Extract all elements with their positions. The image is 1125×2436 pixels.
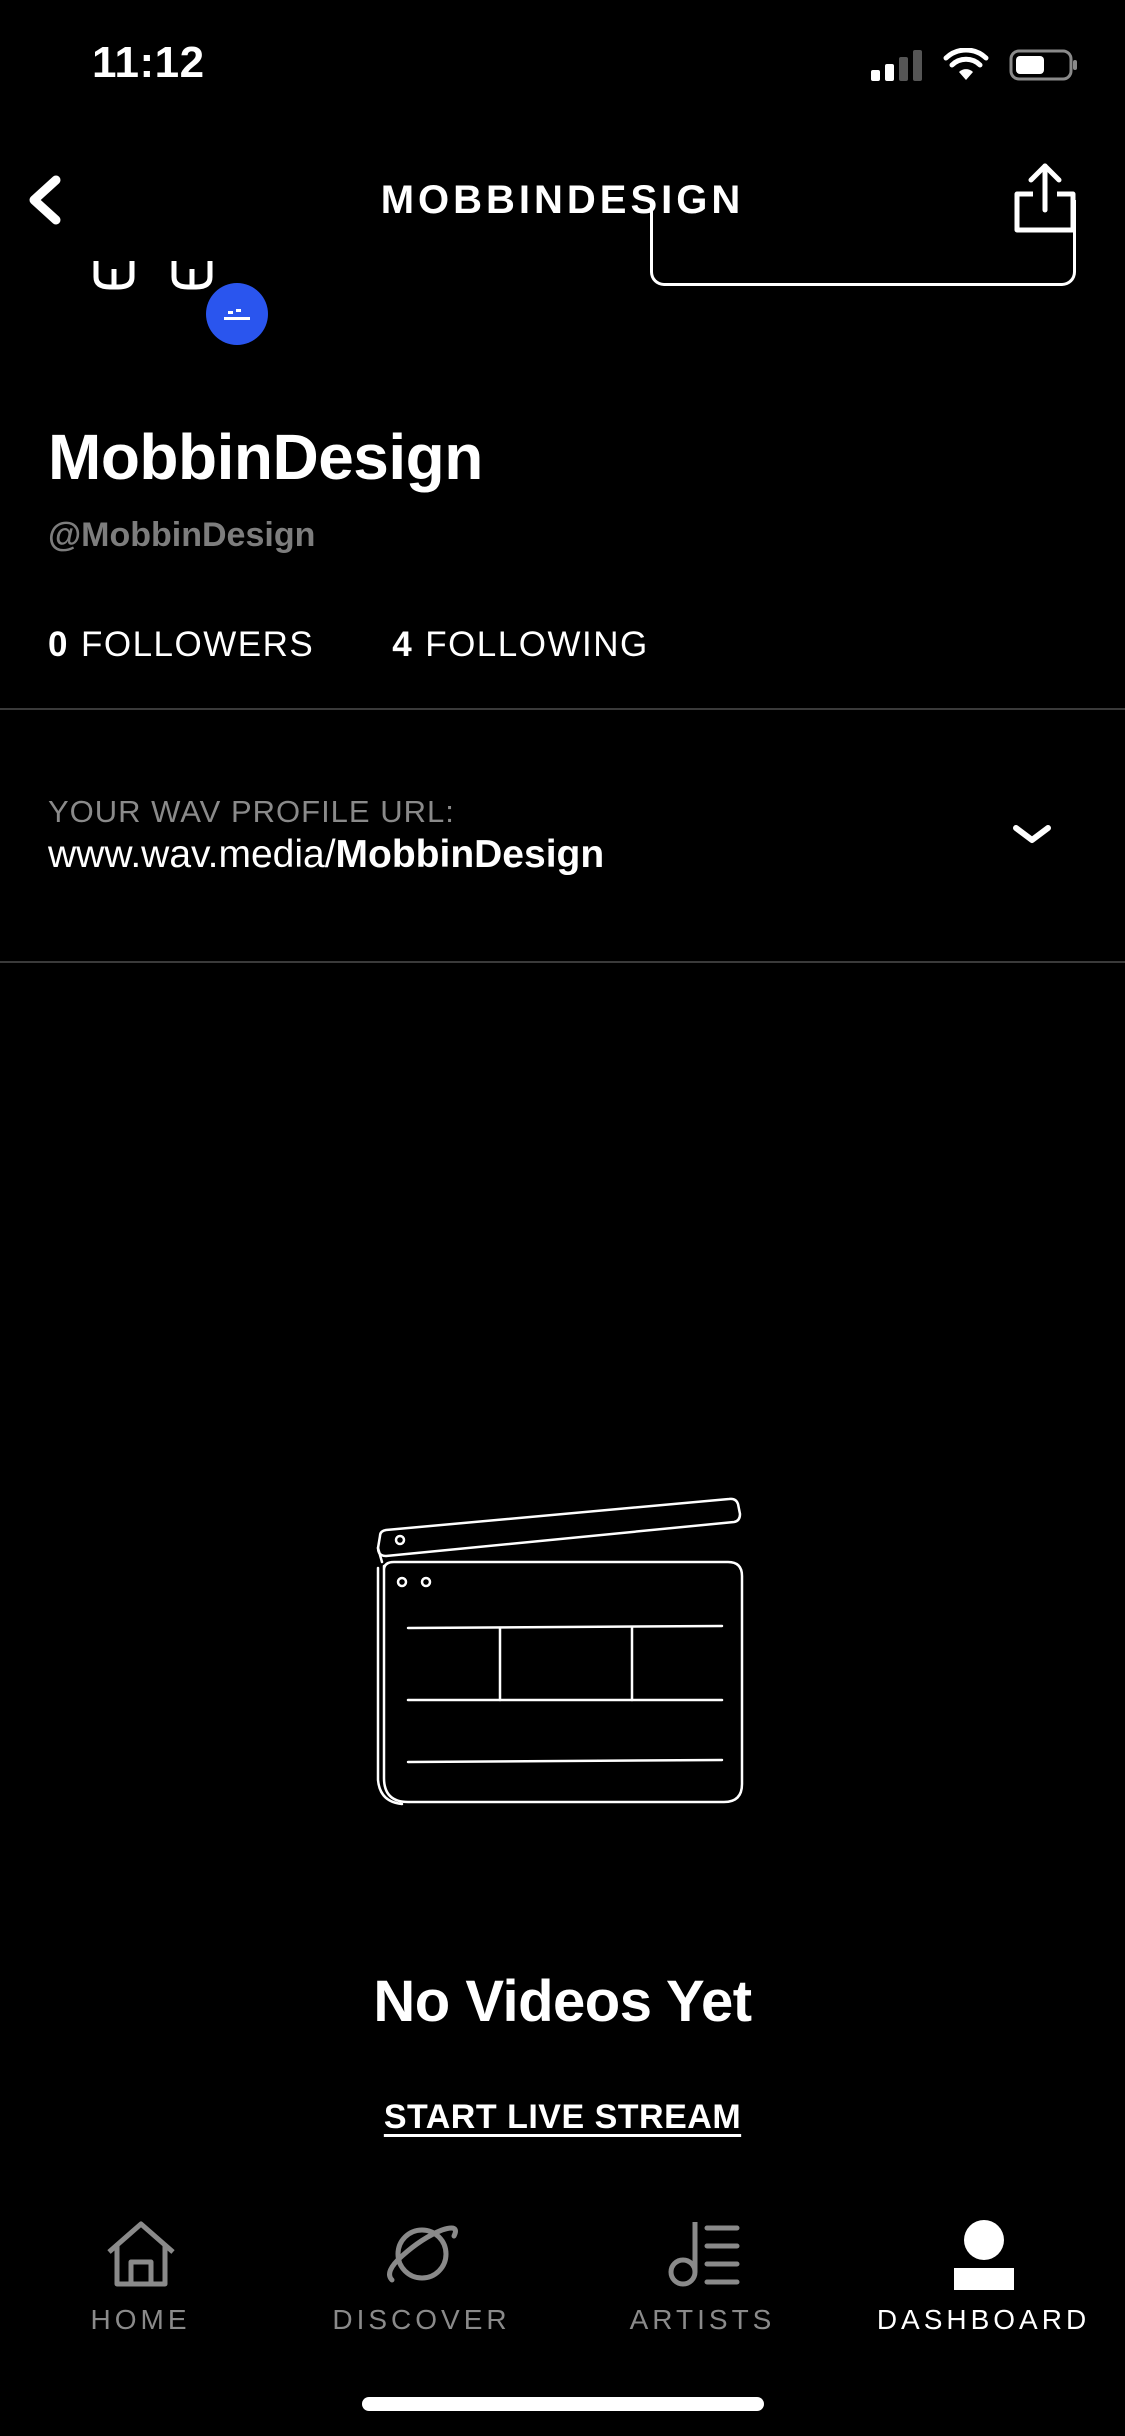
user-icon: [953, 2220, 1014, 2290]
tab-label: DASHBOARD: [876, 2304, 1091, 2335]
avatar-badge: [206, 283, 268, 345]
tab-dashboard[interactable]: DASHBOARD: [843, 2200, 1124, 2350]
profile-name: MobbinDesign: [48, 421, 483, 493]
tab-bar: HOME DISCOVER ARTISTS DASHBOARD: [0, 2200, 1125, 2350]
home-indicator[interactable]: [362, 2397, 764, 2411]
followers-stat[interactable]: 0 FOLLOWERS: [48, 625, 314, 665]
home-icon: [106, 2221, 175, 2287]
profile-url-prefix: www.wav.media/: [48, 833, 336, 876]
following-count: 4: [392, 625, 414, 664]
profile-url-label: YOUR WAV PROFILE URL:: [48, 794, 455, 829]
followers-label: FOLLOWERS: [80, 625, 315, 664]
clapperboard-icon: [374, 1490, 750, 1812]
tab-discover[interactable]: DISCOVER: [281, 2200, 562, 2350]
start-live-stream-link[interactable]: START LIVE STREAM: [0, 2098, 1125, 2137]
profile-url-expand-button[interactable]: [1010, 820, 1054, 850]
empty-state-title: No Videos Yet: [373, 1969, 752, 2034]
divider: [0, 961, 1125, 963]
tab-label: ARTISTS: [629, 2304, 776, 2335]
tab-label: DISCOVER: [332, 2304, 511, 2335]
profile-url-value[interactable]: www.wav.media/MobbinDesign: [48, 833, 604, 877]
equalizer-icon: [224, 309, 250, 320]
planet-icon: [386, 2225, 458, 2283]
edit-profile-button[interactable]: [650, 200, 1076, 286]
following-stat[interactable]: 4 FOLLOWING: [392, 625, 649, 665]
profile-url-username: MobbinDesign: [335, 833, 605, 876]
profile-stats: 0 FOLLOWERS 4 FOLLOWING: [48, 625, 649, 665]
battery-icon: [1009, 49, 1077, 81]
followers-count: 0: [48, 625, 69, 664]
wifi-icon: [943, 48, 989, 80]
following-label: FOLLOWING: [425, 625, 649, 664]
tab-label: HOME: [90, 2304, 191, 2335]
divider: [0, 708, 1125, 710]
music-note-list-icon: [668, 2222, 739, 2287]
signal-icon: [871, 50, 922, 81]
tab-artists[interactable]: ARTISTS: [562, 2200, 843, 2350]
status-icons: [869, 48, 1079, 82]
status-time: 11:12: [92, 38, 205, 87]
chevron-down-icon: [1013, 825, 1051, 843]
tab-home[interactable]: HOME: [0, 2200, 281, 2350]
profile-handle: @MobbinDesign: [48, 516, 316, 554]
